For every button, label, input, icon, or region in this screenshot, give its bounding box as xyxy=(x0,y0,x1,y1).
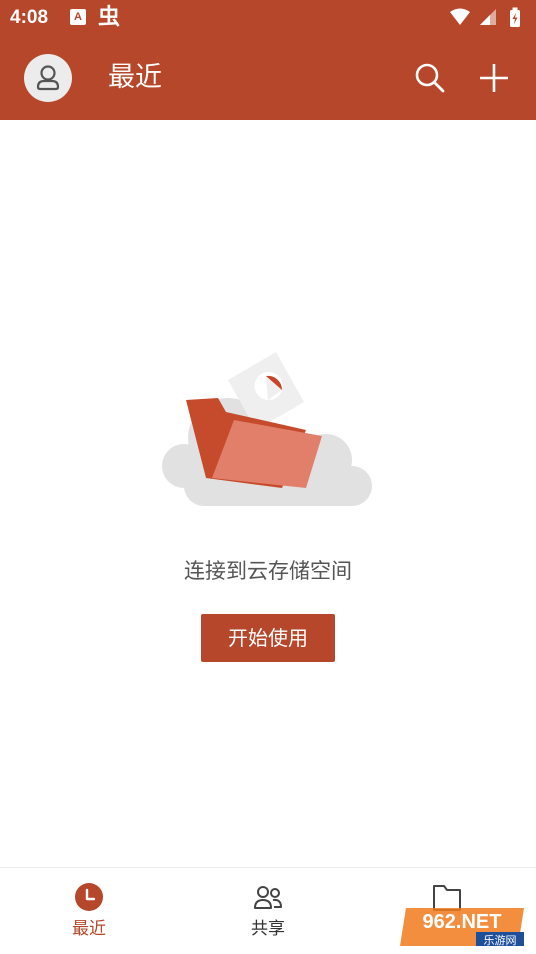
app-bar: 最近 xyxy=(0,36,536,120)
search-button[interactable] xyxy=(410,58,450,98)
add-button[interactable] xyxy=(474,58,514,98)
get-started-button[interactable]: 开始使用 xyxy=(201,614,335,662)
bug-icon: 虫 xyxy=(98,5,121,30)
status-system-icons xyxy=(450,7,520,27)
status-bar: 4:08 A 虫 xyxy=(0,0,536,36)
nav-label-shared: 共享 xyxy=(251,919,285,939)
nav-item-shared[interactable]: 共享 xyxy=(179,868,357,954)
cell-signal-icon xyxy=(480,9,496,25)
clock-icon xyxy=(75,883,103,911)
page-title: 最近 xyxy=(108,62,162,93)
nav-label-recent: 最近 xyxy=(72,919,106,939)
watermark-sub-text: 乐游网 xyxy=(484,934,517,947)
folder-cloud-illustration xyxy=(162,352,372,506)
wifi-icon xyxy=(450,8,470,25)
avatar-icon xyxy=(36,65,60,91)
watermark-main-text: 962.NET xyxy=(423,911,502,933)
people-icon xyxy=(254,886,282,909)
status-time: 4:08 xyxy=(10,7,49,28)
empty-state-message: 连接到云存储空间 xyxy=(184,559,352,583)
search-icon xyxy=(415,63,445,93)
battery-charging-icon xyxy=(510,7,520,27)
a-icon-glyph: A xyxy=(74,11,82,23)
avatar-button[interactable] xyxy=(24,54,72,102)
nav-item-recent[interactable]: 最近 xyxy=(0,868,178,954)
a-icon: A xyxy=(70,9,86,25)
site-watermark: 962.NET 乐游网 xyxy=(400,908,524,947)
add-icon xyxy=(480,64,508,92)
